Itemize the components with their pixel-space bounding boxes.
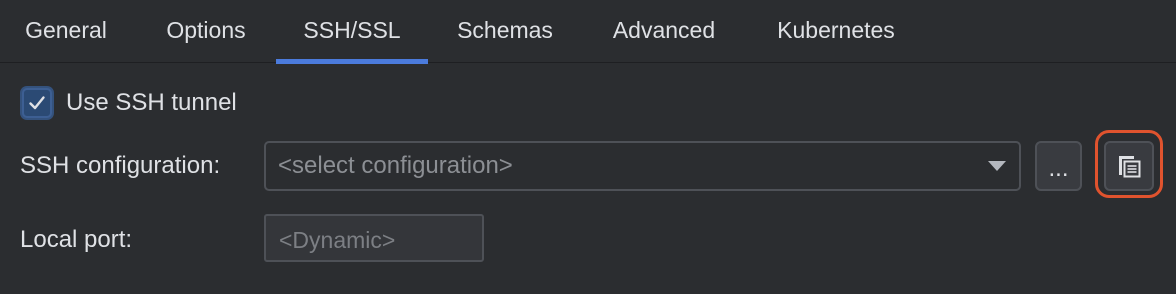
use-ssh-tunnel-label: Use SSH tunnel xyxy=(66,89,237,116)
local-port-input[interactable]: <Dynamic> xyxy=(264,214,484,262)
local-port-placeholder: <Dynamic> xyxy=(279,227,396,253)
chevron-down-icon xyxy=(988,161,1006,171)
tab-options[interactable]: Options xyxy=(144,0,268,63)
tab-general[interactable]: General xyxy=(0,0,132,63)
ssh-configuration-select[interactable]: <select configuration> xyxy=(264,141,1021,191)
tab-kubernetes[interactable]: Kubernetes xyxy=(756,0,916,63)
tab-bar: General Options SSH/SSL Schemas Advanced… xyxy=(0,0,1176,64)
tab-advanced[interactable]: Advanced xyxy=(592,0,736,63)
browse-configuration-button[interactable]: ... xyxy=(1035,141,1082,191)
checkmark-icon xyxy=(29,96,45,110)
copy-icon xyxy=(1119,156,1141,178)
local-port-label: Local port: xyxy=(20,226,133,253)
use-ssh-tunnel-checkbox[interactable] xyxy=(22,88,52,118)
tab-ssh-ssl[interactable]: SSH/SSL xyxy=(276,0,428,64)
tab-schemas[interactable]: Schemas xyxy=(438,0,572,63)
copy-configuration-button[interactable] xyxy=(1104,141,1154,191)
use-ssh-tunnel-option[interactable]: Use SSH tunnel xyxy=(22,84,237,122)
ssh-configuration-placeholder: <select configuration> xyxy=(278,152,513,179)
ssh-configuration-label: SSH configuration: xyxy=(20,152,221,179)
